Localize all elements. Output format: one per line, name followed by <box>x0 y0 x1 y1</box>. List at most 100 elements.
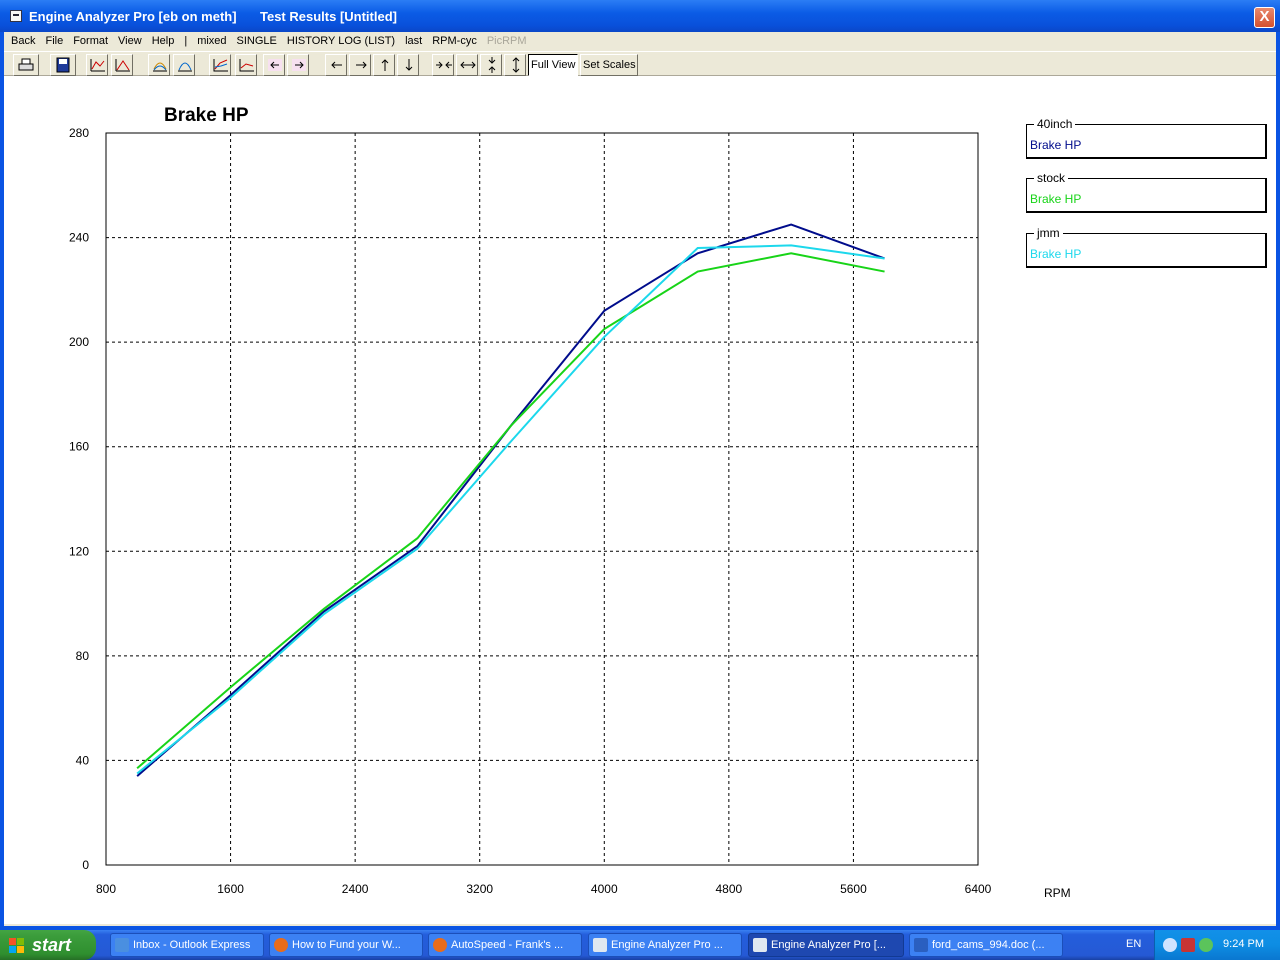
task-engine-analyzer-2[interactable]: Engine Analyzer Pro [... <box>748 933 904 957</box>
x-tick-label: 5600 <box>840 882 867 896</box>
graph-icon <box>213 59 228 72</box>
language-indicator[interactable]: EN <box>1126 938 1141 950</box>
task-engine-analyzer-1[interactable]: Engine Analyzer Pro ... <box>588 933 742 957</box>
menu-help[interactable]: Help <box>152 35 175 47</box>
menu-history-log[interactable]: HISTORY LOG (LIST) <box>287 35 395 47</box>
graph-icon <box>239 59 254 72</box>
graph-icon <box>115 59 130 72</box>
y-tick-label: 120 <box>69 544 89 558</box>
start-button[interactable]: start <box>0 930 96 960</box>
pan-up-button[interactable] <box>373 54 395 76</box>
menu-back[interactable]: Back <box>11 35 35 47</box>
task-label: Engine Analyzer Pro [... <box>771 939 886 951</box>
y-tick-label: 80 <box>76 649 90 663</box>
x-tick-label: 2400 <box>342 882 369 896</box>
start-label: start <box>32 935 72 955</box>
network-icon[interactable] <box>1181 938 1195 952</box>
arrow-right-icon <box>356 61 367 69</box>
menu-format[interactable]: Format <box>73 35 108 47</box>
print-button[interactable] <box>13 54 39 76</box>
app-icon[interactable] <box>10 10 22 22</box>
save-button[interactable] <box>50 54 76 76</box>
graph-icon <box>153 62 167 72</box>
firefox-icon <box>274 938 288 952</box>
x-tick-label: 1600 <box>217 882 244 896</box>
legend-jmm[interactable]: jmm Brake HP <box>1026 226 1267 268</box>
clock: 9:24 PM <box>1223 938 1264 950</box>
mail-icon <box>115 938 129 952</box>
graph-button-5[interactable] <box>209 54 231 76</box>
legend-40inch[interactable]: 40inch Brake HP <box>1026 117 1267 159</box>
menu-single[interactable]: SINGLE <box>237 35 277 47</box>
y-tick-label: 40 <box>76 753 90 767</box>
messenger-icon[interactable] <box>1199 938 1213 952</box>
graph-button-1[interactable] <box>86 54 108 76</box>
shrink-y-button[interactable] <box>480 54 502 76</box>
task-label: Engine Analyzer Pro ... <box>611 939 723 951</box>
x-tick-label: 3200 <box>466 882 493 896</box>
pan-down-button[interactable] <box>397 54 419 76</box>
plot-frame <box>105 132 979 866</box>
printer-icon <box>18 58 34 71</box>
x-tick-label: 4000 <box>591 882 618 896</box>
legend-stock[interactable]: stock Brake HP <box>1026 171 1267 213</box>
y-tick-label: 240 <box>69 231 89 245</box>
next-page-button[interactable] <box>287 54 309 76</box>
expand-x-button[interactable] <box>456 54 478 76</box>
task-outlook[interactable]: Inbox - Outlook Express <box>110 933 264 957</box>
set-scales-button[interactable]: Set Scales <box>580 54 638 76</box>
task-label: ford_cams_994.doc (... <box>932 939 1045 951</box>
arrow-up-icon <box>381 59 389 71</box>
chevron-left-icon[interactable] <box>1163 938 1177 952</box>
menu-mixed[interactable]: mixed <box>197 35 226 47</box>
arrow-right-icon <box>292 59 306 71</box>
arrow-down-icon <box>405 59 413 71</box>
window-subtitle: Test Results [Untitled] <box>260 9 397 24</box>
task-firefox-1[interactable]: How to Fund your W... <box>269 933 423 957</box>
legend-series: Brake HP <box>1030 192 1082 206</box>
shrink-horizontal-icon <box>436 61 452 69</box>
menu-rpm-cyc[interactable]: RPM-cyc <box>432 35 477 47</box>
close-button[interactable]: X <box>1254 7 1275 28</box>
word-document-icon <box>914 938 928 952</box>
task-label: Inbox - Outlook Express <box>133 939 251 951</box>
legend-title: stock <box>1034 171 1069 185</box>
y-tick-label: 280 <box>69 126 89 140</box>
menu-bar: Back File Format View Help | mixed SINGL… <box>4 32 1276 50</box>
graph-button-2[interactable] <box>111 54 133 76</box>
legend-title: jmm <box>1034 226 1063 240</box>
pan-right-button[interactable] <box>349 54 371 76</box>
graph-icon <box>90 59 105 72</box>
shrink-x-button[interactable] <box>432 54 454 76</box>
pan-left-button[interactable] <box>325 54 347 76</box>
menu-view[interactable]: View <box>118 35 142 47</box>
window-title: Engine Analyzer Pro [eb on meth] <box>29 9 237 24</box>
menu-picrpm: PicRPM <box>486 35 527 47</box>
legend-title: 40inch <box>1034 117 1076 131</box>
task-firefox-2[interactable]: AutoSpeed - Frank's ... <box>428 933 582 957</box>
y-tick-label: 0 <box>82 858 89 872</box>
menu-last[interactable]: last <box>405 35 422 47</box>
title-bar[interactable]: Engine Analyzer Pro [eb on meth] Test Re… <box>0 0 1280 32</box>
expand-horizontal-icon <box>460 61 476 69</box>
app-window: Engine Analyzer Pro [eb on meth] Test Re… <box>0 0 1280 930</box>
toolbar: Full View Set Scales <box>4 51 1276 76</box>
x-axis-label-text: RPM <box>1044 886 1071 900</box>
app-window-icon <box>753 938 767 952</box>
expand-y-button[interactable] <box>504 54 526 76</box>
x-tick-label: 800 <box>96 882 116 896</box>
task-label: How to Fund your W... <box>292 939 401 951</box>
x-tick-label: 4800 <box>716 882 743 896</box>
graph-button-6[interactable] <box>235 54 257 76</box>
task-word-doc[interactable]: ford_cams_994.doc (... <box>909 933 1063 957</box>
graph-button-3[interactable] <box>148 54 170 76</box>
chart-title: Brake HP <box>164 105 249 126</box>
close-icon: X <box>1259 8 1270 25</box>
legend-series: Brake HP <box>1030 138 1082 152</box>
graph-button-4[interactable] <box>173 54 195 76</box>
menu-file[interactable]: File <box>45 35 63 47</box>
full-view-button[interactable]: Full View <box>528 54 578 76</box>
series-line-jmm <box>136 244 885 775</box>
system-tray: 9:24 PM <box>1154 930 1280 960</box>
prev-page-button[interactable] <box>263 54 285 76</box>
